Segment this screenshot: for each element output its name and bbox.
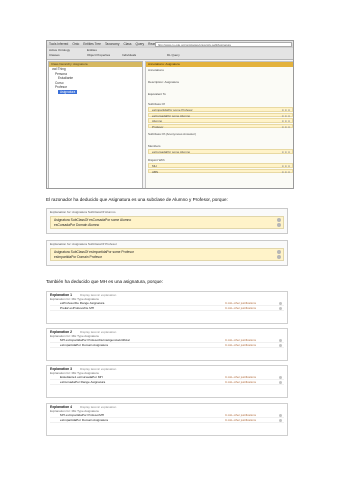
justification-row[interactable]: esImpartidaPor Domain Asignatura In ALL o… [50, 418, 284, 423]
explanation-panel: Explanation 4 Display laconic explanation… [46, 403, 288, 436]
explanation-panel: Explanation 1 Display laconic explanation… [46, 291, 288, 324]
row-actions-icon[interactable]: ● ● ● [282, 150, 290, 154]
info-icon[interactable] [277, 250, 281, 254]
toolbar-item[interactable]: Class [123, 42, 131, 46]
paragraph-mh: También ha deducido que MH es una asigna… [46, 279, 163, 284]
row-actions-icon[interactable]: ● ● ● [282, 164, 290, 168]
annotations-panel: Annotations: Asignatura Annotations Descr… [145, 61, 293, 188]
row-actions-icon[interactable]: ● ● ● [282, 108, 290, 112]
axiom-row[interactable]: Profesor ● ● ● [148, 123, 293, 129]
class-hierarchy-panel: Class hierarchy: Asignatura owl:Thing Per… [48, 61, 143, 188]
explanation-caption: Explanation for: Asignatura SubClassOf A… [50, 210, 116, 214]
paragraph-subclass: El razonador ha deducido que Asignatura … [46, 197, 228, 202]
toolbar-item[interactable]: Tools Inferred [49, 42, 68, 46]
explanation-lines: Asignatura SubClassOf esImpartidaPor som… [50, 248, 284, 262]
axiom-row[interactable]: esCursadaPor some Alumno ● ● ● [148, 149, 293, 154]
row-actions-icon[interactable]: ● ● ● [282, 119, 290, 123]
info-icon[interactable] [279, 414, 282, 417]
description-section: Annotations [148, 68, 293, 72]
annotations-title: Annotations: Asignatura [146, 62, 293, 67]
section-label: Disjoint With [148, 158, 165, 162]
explanation-panel: Explanation 3 Display laconic explanation… [46, 365, 288, 398]
axiom-row[interactable]: Alumno ● ● ● [148, 118, 293, 123]
info-icon[interactable] [279, 302, 282, 305]
toolbar-item[interactable]: Query [135, 42, 144, 46]
tree-item[interactable]: Asignatura [52, 89, 142, 95]
info-icon[interactable] [279, 339, 282, 342]
info-icon[interactable] [277, 223, 281, 227]
axiom-row[interactable]: ABS ● ● ● [148, 168, 293, 174]
description-section: Equivalent To [148, 92, 293, 96]
section-label: Members [148, 144, 161, 148]
explanation-box-profesor: Explanation for: Asignatura SubClassOf P… [46, 240, 288, 266]
section-label: Annotations [148, 68, 164, 72]
description-section: SubClass Of esImpartidaPor some Profesor ●… [148, 102, 293, 129]
info-icon[interactable] [279, 344, 282, 347]
info-icon[interactable] [279, 376, 282, 379]
toolbar-item[interactable]: Onto [72, 42, 79, 46]
row-actions-icon[interactable]: ● ● ● [282, 170, 290, 174]
tab-classes[interactable]: Classes [49, 53, 60, 58]
toolbar-item[interactable]: Taxonomy [105, 42, 120, 46]
explanation-lines: Asignatura SubClassOf esCursadaPor some … [50, 216, 284, 230]
axiom-row[interactable]: esCursadaPor some Alumno ● ● ● [148, 112, 293, 118]
protege-tabs: Active Ontology Entities Classes Object … [47, 48, 293, 60]
justification-row[interactable]: esCursadaPor Range Asignatura In ALL othe… [50, 380, 284, 385]
section-label: Description: Asignatura [148, 80, 179, 84]
section-label: SubClass Of (Anonymous Ancestor) [148, 132, 197, 136]
info-icon[interactable] [279, 419, 282, 422]
info-icon[interactable] [279, 381, 282, 384]
explanation-box-alumno: Explanation for: Asignatura SubClassOf A… [46, 208, 288, 234]
row-actions-icon[interactable]: ● ● ● [282, 125, 290, 129]
axiom-row[interactable]: esImpartidaPor some Profesor ● ● ● [148, 107, 293, 112]
description-section: Members esCursadaPor some Alumno ● ● ● [148, 144, 293, 154]
description-section: SubClass Of (Anonymous Ancestor) [148, 132, 293, 136]
section-label: SubClass Of [148, 102, 165, 106]
tab-object-properties[interactable]: Object Properties [87, 53, 110, 58]
protege-screenshot: Tools Inferred Onto Entities Tree Taxonomy C… [46, 40, 294, 189]
justification-row[interactable]: PreE2 esProfesorDe MH In ALL other justif… [50, 306, 284, 311]
justification-row[interactable]: esImpartidaPor Domain Asignatura In ALL o… [50, 343, 284, 348]
tab-individuals[interactable]: Individuals [122, 53, 136, 58]
url-bar[interactable]: http://www.co-ode.org/ontologies/univers… [155, 42, 292, 47]
info-icon[interactable] [279, 307, 282, 310]
axiom-row[interactable]: MH ● ● ● [148, 163, 293, 168]
explanation-caption: Explanation for: Asignatura SubClassOf P… [50, 242, 117, 246]
explanation-line: esImpartidaPor Domain Profesor [54, 254, 103, 259]
section-label: Equivalent To [148, 92, 166, 96]
description-section: Disjoint With MH ● ● ● ABS ● ● ● [148, 158, 293, 174]
class-tree: owl:Thing Persona Estudiante Curso Profesor A… [49, 67, 142, 95]
toolbar-item[interactable]: Entities Tree [83, 42, 101, 46]
row-actions-icon[interactable]: ● ● ● [282, 114, 290, 118]
description-section: Description: Asignatura [148, 80, 293, 84]
explanation-panel: Explanation 2 Display laconic explanation… [46, 328, 288, 361]
explanation-line: esCursadaPor Domain Alumno [54, 222, 100, 227]
info-icon[interactable] [277, 255, 281, 259]
info-icon[interactable] [277, 218, 281, 222]
tab-dl-query[interactable]: DL Query [167, 53, 180, 58]
